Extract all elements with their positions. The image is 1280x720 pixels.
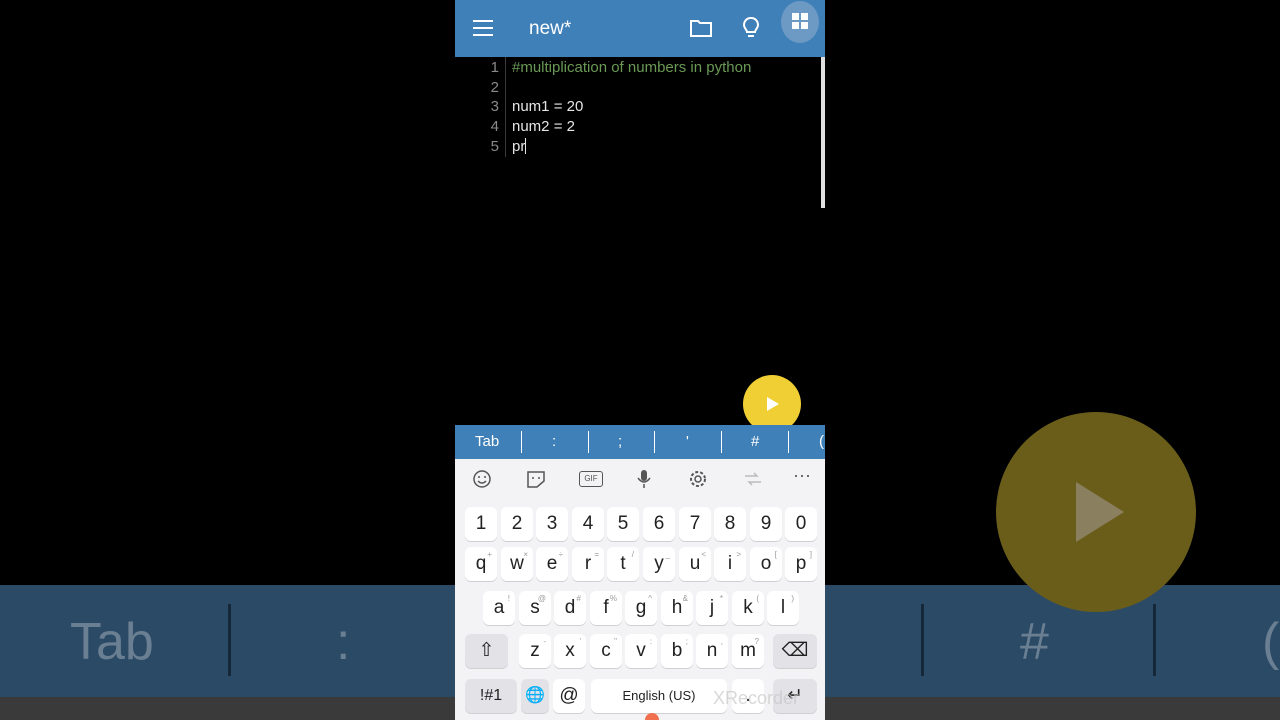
- code-text-current: pr: [512, 138, 527, 155]
- settings-icon[interactable]: [687, 469, 709, 489]
- key-0[interactable]: 0: [785, 507, 817, 541]
- recorder-watermark: XRecorder: [713, 688, 800, 708]
- extra-key-separator: [521, 431, 522, 453]
- key-w[interactable]: × w: [501, 547, 533, 581]
- key-e[interactable]: ÷ e: [536, 547, 568, 581]
- key-g[interactable]: ^ g: [625, 591, 657, 625]
- at-key[interactable]: @: [553, 679, 585, 713]
- background-echo-paren: (: [1262, 613, 1280, 671]
- key-2[interactable]: 2: [501, 507, 533, 541]
- key-j[interactable]: * j: [696, 591, 728, 625]
- emoji-icon[interactable]: [471, 469, 493, 489]
- soft-keyboard: GIF ··· 1 2 3 4 5 6 7 8 9 0 + q × w ÷ e …: [455, 459, 825, 720]
- translate-icon[interactable]: [742, 469, 764, 489]
- extra-key-paren[interactable]: (: [819, 433, 824, 450]
- background-echo-separator: [1153, 604, 1156, 676]
- key-q[interactable]: + q: [465, 547, 497, 581]
- key-8[interactable]: 8: [714, 507, 746, 541]
- code-text: pr: [512, 138, 526, 155]
- key-s[interactable]: @ s: [519, 591, 551, 625]
- extra-key-hash[interactable]: #: [751, 433, 759, 450]
- microphone-icon[interactable]: [633, 469, 655, 489]
- code-text: #multiplication of numbers in python: [512, 59, 752, 76]
- key-y[interactable]: _ y: [643, 547, 675, 581]
- app-bar: new*: [455, 0, 825, 57]
- line-number: 3: [490, 98, 499, 115]
- apps-grid-icon[interactable]: [781, 1, 819, 43]
- backspace-icon: ⌫: [781, 640, 809, 661]
- background-echo-tab: Tab: [70, 613, 154, 671]
- background-echo-separator: [228, 604, 231, 676]
- key-x[interactable]: ' x: [554, 634, 586, 668]
- key-i[interactable]: > i: [714, 547, 746, 581]
- key-b[interactable]: ; b: [661, 634, 693, 668]
- gutter-divider: [505, 57, 506, 157]
- key-1[interactable]: 1: [465, 507, 497, 541]
- key-6[interactable]: 6: [643, 507, 675, 541]
- key-3[interactable]: 3: [536, 507, 568, 541]
- recording-indicator: [645, 713, 659, 720]
- key-t[interactable]: / t: [607, 547, 639, 581]
- globe-key[interactable]: 🌐: [521, 679, 549, 713]
- key-h[interactable]: & h: [661, 591, 693, 625]
- key-d[interactable]: # d: [554, 591, 586, 625]
- globe-icon: 🌐: [525, 687, 545, 704]
- key-m[interactable]: ? m: [732, 634, 764, 668]
- sticker-icon[interactable]: [525, 469, 547, 489]
- line-number: 2: [490, 79, 499, 96]
- keyboard-toolbar: GIF ···: [455, 459, 825, 499]
- key-f[interactable]: % f: [590, 591, 622, 625]
- key-k[interactable]: (k: [732, 591, 764, 625]
- key-4[interactable]: 4: [572, 507, 604, 541]
- key-7[interactable]: 7: [679, 507, 711, 541]
- line-number: 1: [490, 59, 499, 76]
- extra-key-separator: [654, 431, 655, 453]
- line-number: 5: [490, 138, 499, 155]
- key-a[interactable]: ! a: [483, 591, 515, 625]
- menu-icon[interactable]: [473, 20, 493, 36]
- line-number: 4: [490, 118, 499, 135]
- key-9[interactable]: 9: [750, 507, 782, 541]
- key-z[interactable]: -z: [519, 634, 551, 668]
- key-c[interactable]: " c: [590, 634, 622, 668]
- key-5[interactable]: 5: [607, 507, 639, 541]
- extra-key-separator: [588, 431, 589, 453]
- key-r[interactable]: = r: [572, 547, 604, 581]
- phone-screen: new* 1 #multiplication of numbers in pyt…: [455, 0, 825, 720]
- key-l[interactable]: ) l: [767, 591, 799, 625]
- extra-keys-bar: Tab : ; ' # (: [455, 425, 825, 459]
- backspace-key[interactable]: ⌫: [773, 634, 817, 668]
- lightbulb-icon[interactable]: [740, 16, 762, 40]
- code-editor[interactable]: 1 #multiplication of numbers in python 2…: [455, 57, 825, 425]
- extra-key-quote[interactable]: ': [686, 433, 689, 450]
- code-text: num1 = 20: [512, 98, 584, 115]
- play-icon: [767, 397, 779, 411]
- extra-key-colon[interactable]: :: [552, 433, 556, 450]
- text-cursor: [525, 138, 527, 154]
- background-echo-hash: #: [1020, 613, 1049, 671]
- extra-key-separator: [788, 431, 789, 453]
- editor-scrollbar[interactable]: [821, 57, 825, 208]
- file-title: new*: [529, 18, 572, 39]
- key-n[interactable]: ,n: [696, 634, 728, 668]
- code-text: num2 = 2: [512, 118, 575, 135]
- extra-key-separator: [721, 431, 722, 453]
- background-echo-run-button: [996, 412, 1196, 612]
- shift-icon: ⇧: [478, 640, 495, 661]
- space-key[interactable]: English (US): [591, 679, 727, 713]
- extra-key-semicolon[interactable]: ;: [618, 433, 622, 450]
- background-echo-colon: :: [336, 613, 351, 671]
- key-v[interactable]: :v: [625, 634, 657, 668]
- gif-icon[interactable]: GIF: [579, 471, 603, 487]
- background-echo-separator: [921, 604, 924, 676]
- extra-key-tab[interactable]: Tab: [475, 433, 499, 450]
- gif-label: GIF: [584, 474, 598, 483]
- more-icon[interactable]: ···: [791, 465, 813, 485]
- key-p[interactable]: ] p: [785, 547, 817, 581]
- key-u[interactable]: < u: [679, 547, 711, 581]
- key-o[interactable]: [o: [750, 547, 782, 581]
- symbols-key[interactable]: !#1: [465, 679, 517, 713]
- folder-icon[interactable]: [690, 18, 712, 38]
- shift-key[interactable]: ⇧: [465, 634, 508, 668]
